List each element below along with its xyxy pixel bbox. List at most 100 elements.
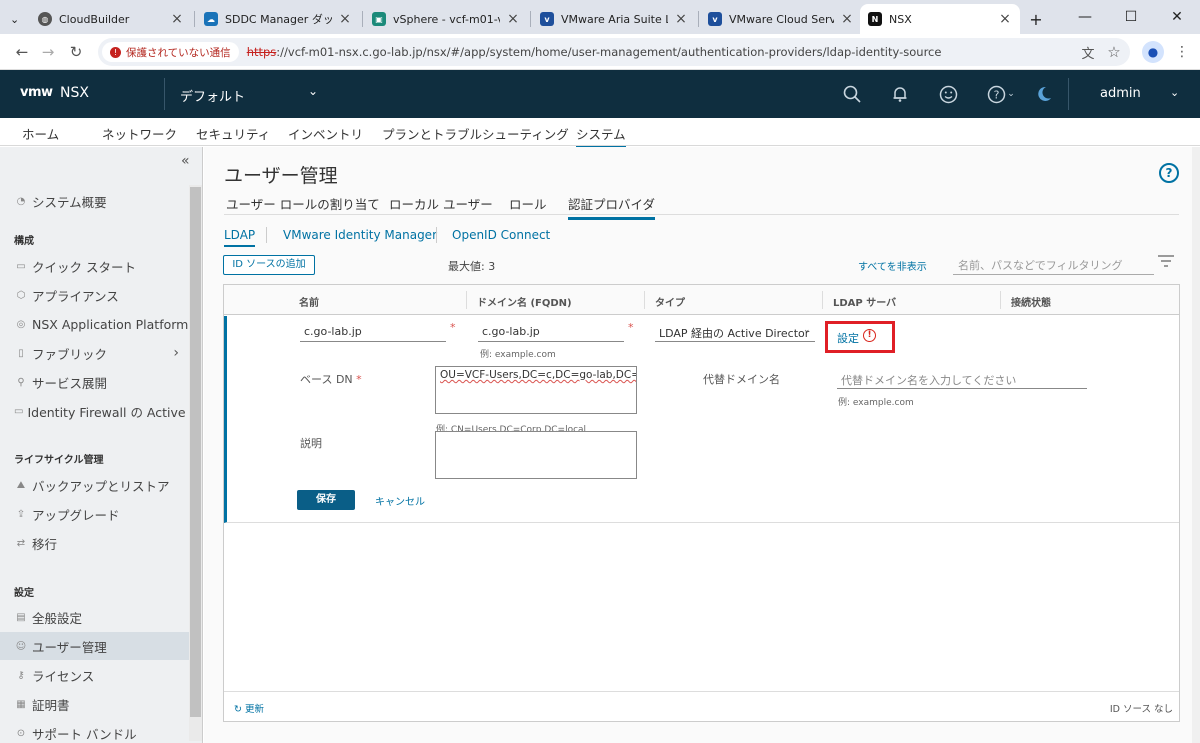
- domain-name-field[interactable]: c.go-lab.jp: [478, 322, 624, 342]
- close-tab-icon[interactable]: ×: [840, 11, 854, 27]
- sidebar-item-fabric[interactable]: ▯ ファブリック ›: [0, 339, 189, 367]
- column-header-ldap-server[interactable]: LDAP サーバ: [833, 294, 896, 309]
- nav-system[interactable]: システム: [576, 124, 626, 149]
- window-close-icon[interactable]: ✕: [1154, 0, 1200, 34]
- dark-mode-moon-icon[interactable]: [1032, 82, 1056, 106]
- project-selector[interactable]: デフォルト: [180, 86, 245, 105]
- sidebar-item-certificates[interactable]: ▦ 証明書: [0, 690, 189, 718]
- bell-icon[interactable]: [888, 82, 912, 106]
- sidebar-item-upgrade[interactable]: ⇪ アップグレード: [0, 500, 189, 528]
- forward-icon[interactable]: →: [38, 42, 58, 62]
- tab-auth-providers[interactable]: 認証プロバイダ: [568, 194, 656, 220]
- profile-avatar-icon[interactable]: ●: [1142, 41, 1164, 63]
- subtab-ldap[interactable]: LDAP: [224, 228, 256, 247]
- security-indicator[interactable]: ! 保護されていない通信: [102, 42, 239, 62]
- nav-home[interactable]: ホーム: [22, 124, 59, 143]
- filter-input[interactable]: 名前、パスなどでフィルタリング: [953, 253, 1154, 275]
- type-select[interactable]: LDAP 経由の Active Director: [655, 322, 815, 342]
- alt-domain-field[interactable]: 代替ドメイン名を入力してください: [837, 369, 1087, 389]
- column-header-domain[interactable]: ドメイン名 (FQDN): [477, 294, 572, 309]
- translate-icon[interactable]: ⽂: [1078, 42, 1098, 62]
- reload-icon[interactable]: ↻: [66, 42, 86, 62]
- close-tab-icon[interactable]: ×: [998, 11, 1012, 27]
- collapse-sidebar-icon[interactable]: «: [181, 153, 190, 169]
- sidebar-item-support-bundle[interactable]: ⊙ サポート バンドル: [0, 719, 189, 743]
- cancel-button[interactable]: キャンセル: [375, 493, 425, 508]
- tab-user-role-assignment[interactable]: ユーザー ロールの割り当て: [226, 194, 380, 213]
- column-header-connection-status[interactable]: 接続状態: [1011, 294, 1051, 309]
- user-menu[interactable]: admin: [1100, 86, 1141, 101]
- sidebar-item-napp[interactable]: ◎ NSX Application Platform: [0, 310, 189, 338]
- folder-icon: ▭: [14, 405, 24, 417]
- url-bar[interactable]: ! 保護されていない通信 https://vcf-m01-nsx.c.go-la…: [98, 38, 1130, 66]
- close-tab-icon[interactable]: ×: [674, 11, 688, 27]
- ldap-server-configure-link[interactable]: 設定: [837, 330, 859, 346]
- sidebar: « ◔ システム概要 構成 ▭ クイック スタート ⬡ アプライアンス ◎ NSX Ap…: [0, 147, 203, 743]
- browser-tab-nsx[interactable]: N NSX ×: [860, 4, 1020, 34]
- new-tab-button[interactable]: +: [1024, 4, 1048, 34]
- migrate-icon: ⇄: [16, 537, 26, 549]
- filter-icon[interactable]: [1158, 255, 1174, 271]
- subtab-oidc[interactable]: OpenID Connect: [452, 228, 550, 242]
- main-scrollbar[interactable]: [1192, 147, 1200, 743]
- smiley-feedback-icon[interactable]: [936, 82, 960, 106]
- browser-tab-sddc[interactable]: ☁ SDDC Manager ダッシュボード ×: [196, 4, 360, 34]
- chevron-down-icon[interactable]: ⌄: [803, 325, 811, 335]
- browser-tab-vsphere[interactable]: ▣ vSphere - vcf-m01-vc-01.c.go- ×: [364, 4, 528, 34]
- add-identity-source-button[interactable]: ID ソースの追加: [223, 255, 315, 275]
- chevron-down-icon[interactable]: ⌄: [308, 84, 318, 98]
- sidebar-item-general-settings[interactable]: ▤ 全般設定: [0, 603, 189, 631]
- minimize-icon[interactable]: —: [1062, 0, 1108, 34]
- grid-header: 名前 ドメイン名 (FQDN) タイプ LDAP サーバ 接続状態: [224, 285, 1179, 315]
- nav-plan-troubleshoot[interactable]: プランとトラブルシューティング: [382, 124, 569, 143]
- grid-footer: ↻ 更新 ID ソース なし: [224, 691, 1179, 721]
- sidebar-item-system-overview[interactable]: ◔ システム概要: [0, 187, 189, 215]
- subtab-vidm[interactable]: VMware Identity Manager: [283, 228, 437, 242]
- menu-kebab-icon[interactable]: ⋮: [1172, 42, 1192, 62]
- chevron-down-icon[interactable]: ⌄: [1170, 86, 1179, 99]
- sidebar-item-identity-firewall[interactable]: ▭ Identity Firewall の Active ...: [0, 397, 201, 425]
- sidebar-item-user-management[interactable]: ☺ ユーザー管理: [0, 632, 189, 660]
- back-icon[interactable]: ←: [12, 42, 32, 62]
- main-content: ユーザー管理 ? ユーザー ロールの割り当て ローカル ユーザー ロール 認証プ…: [204, 147, 1200, 743]
- sidebar-item-backup-restore[interactable]: ⛰ バックアップとリストア: [0, 471, 189, 499]
- browser-tab-cloud-services[interactable]: v VMware Cloud Services ×: [700, 4, 862, 34]
- close-tab-icon[interactable]: ×: [506, 11, 520, 27]
- page-help-icon[interactable]: ?: [1159, 163, 1179, 183]
- nav-networking[interactable]: ネットワーク: [102, 124, 177, 143]
- domain-hint: 例: example.com: [480, 350, 556, 360]
- sidebar-item-appliances[interactable]: ⬡ アプライアンス: [0, 281, 189, 309]
- description-textarea[interactable]: [435, 431, 637, 479]
- sidebar-scroll-thumb[interactable]: [190, 187, 201, 717]
- tab-list-button[interactable]: ⌄: [2, 4, 30, 34]
- identity-source-edit-row: c.go-lab.jp * c.go-lab.jp * 例: example.c…: [224, 316, 1179, 523]
- search-icon[interactable]: [840, 82, 864, 106]
- sidebar-item-service-deployment[interactable]: ⚲ サービス展開: [0, 368, 189, 396]
- close-tab-icon[interactable]: ×: [338, 11, 352, 27]
- tab-roles[interactable]: ロール: [509, 194, 547, 213]
- sidebar-scrollbar[interactable]: [189, 185, 202, 741]
- nav-inventory[interactable]: インベントリ: [288, 124, 363, 143]
- column-header-type[interactable]: タイプ: [655, 294, 685, 309]
- save-button[interactable]: 保存: [297, 490, 355, 510]
- nav-security[interactable]: セキュリティ: [196, 124, 270, 143]
- help-icon[interactable]: ? ⌄: [986, 82, 1016, 106]
- maximize-icon[interactable]: ☐: [1108, 0, 1154, 34]
- close-tab-icon[interactable]: ×: [170, 11, 184, 27]
- sidebar-item-migrate[interactable]: ⇄ 移行: [0, 529, 189, 557]
- base-dn-textarea[interactable]: OU=VCF-Users,DC=c,DC=go-lab,DC=jp: [435, 366, 637, 414]
- error-warning-icon: !: [863, 329, 876, 342]
- sidebar-item-quick-start[interactable]: ▭ クイック スタート: [0, 252, 189, 280]
- deploy-icon: ⚲: [17, 376, 25, 388]
- sidebar-item-licenses[interactable]: ⚷ ライセンス: [0, 661, 189, 689]
- browser-tab-cloudbuilder[interactable]: ◍ CloudBuilder ×: [30, 4, 192, 34]
- tab-local-users[interactable]: ローカル ユーザー: [389, 194, 493, 213]
- bookmark-star-icon[interactable]: ☆: [1104, 42, 1124, 62]
- name-field[interactable]: c.go-lab.jp: [300, 322, 446, 342]
- url-text[interactable]: https://vcf-m01-nsx.c.go-lab.jp/nsx/#/ap…: [247, 45, 942, 59]
- browser-tab-aria[interactable]: v VMware Aria Suite Lifecycle ×: [532, 4, 696, 34]
- column-header-name[interactable]: 名前: [299, 294, 319, 309]
- refresh-button[interactable]: ↻ 更新: [234, 701, 264, 715]
- hide-all-link[interactable]: すべてを非表示: [858, 258, 927, 273]
- dashboard-icon: ◔: [16, 195, 26, 207]
